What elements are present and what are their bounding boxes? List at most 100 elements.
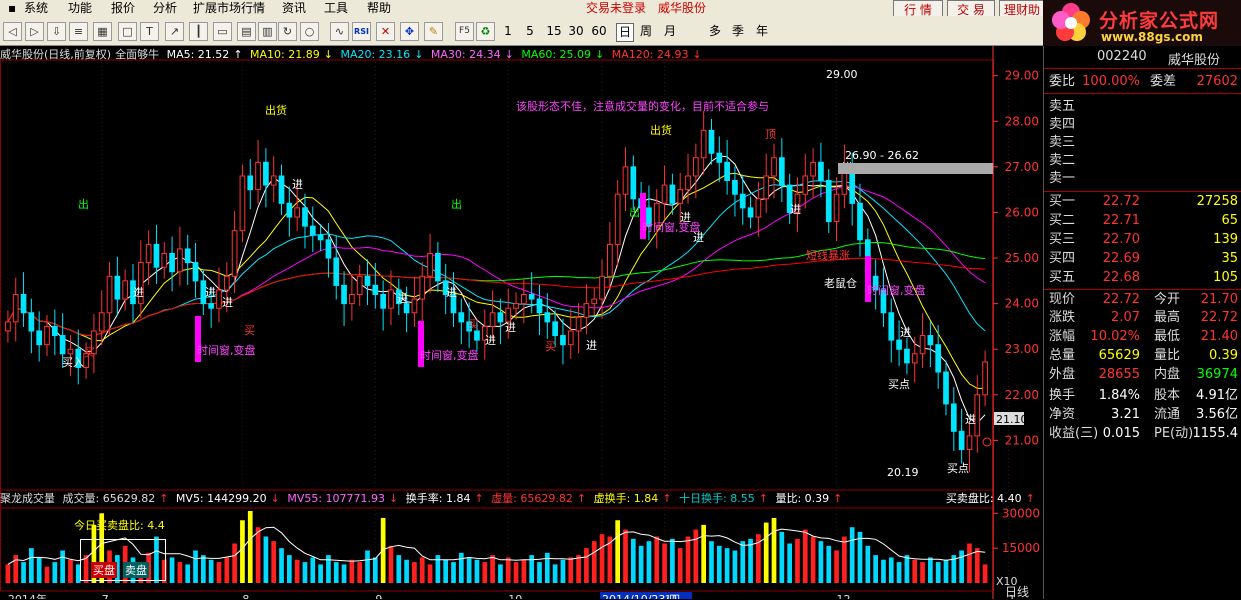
back-icon[interactable]: ◁ xyxy=(3,22,22,41)
recycle-icon[interactable]: ♻ xyxy=(476,22,495,41)
volume-bar xyxy=(372,557,378,583)
y-tick-label: 23.00 xyxy=(1005,342,1039,356)
quote-stat-row: 涨幅 10.02% 最低 21.40 xyxy=(1044,327,1241,347)
period-5min[interactable]: 5 xyxy=(525,23,535,40)
quote-stat-row: 现价 22.72 今开 21.70 xyxy=(1044,290,1241,310)
volume-bar xyxy=(302,562,308,583)
ask-2-row: 卖二 xyxy=(1049,153,1076,168)
down-arrow-icon[interactable]: ⇩ xyxy=(47,22,66,41)
volume-bar xyxy=(904,555,910,583)
candle-body xyxy=(317,234,324,241)
candle-body xyxy=(309,225,316,236)
candle-body xyxy=(325,239,332,259)
candle-body xyxy=(661,184,668,204)
line-chart-icon[interactable]: ∿ xyxy=(330,22,349,41)
period-year[interactable]: 年 xyxy=(755,23,769,40)
volume-bar xyxy=(44,566,50,583)
volume-bar xyxy=(928,557,933,583)
period-multi[interactable]: 多 xyxy=(708,23,722,40)
volume-bar xyxy=(263,536,269,583)
volume-bar xyxy=(544,552,550,583)
fullscreen-icon[interactable]: □ xyxy=(118,22,137,41)
entry-signal-label: 进 xyxy=(222,296,233,309)
menu-item-tools[interactable]: 工具 xyxy=(324,0,348,16)
period-quarter[interactable]: 季 xyxy=(731,23,745,40)
virtual-vol-label: 虚量: 65629.82 xyxy=(491,492,573,505)
insider-label: 老鼠仓 xyxy=(824,276,857,290)
list-icon[interactable]: ≡ xyxy=(69,22,88,41)
entry-signal-label: 进 xyxy=(292,178,303,191)
x-icon[interactable]: ✕ xyxy=(376,22,395,41)
period-week[interactable]: 周 xyxy=(639,23,653,40)
multi-chart-icon[interactable]: ▥ xyxy=(258,22,277,41)
period-15min[interactable]: 15 xyxy=(546,23,562,40)
candle-body xyxy=(216,289,222,309)
menu-item-help[interactable]: 帮助 xyxy=(367,0,391,16)
period-30min[interactable]: 30 xyxy=(568,23,584,40)
candle-body xyxy=(356,275,363,296)
period-1min[interactable]: 1 xyxy=(503,23,513,40)
circle-icon[interactable]: ○ xyxy=(300,22,319,41)
entry-signal-label: 进 xyxy=(397,292,408,305)
candle-body xyxy=(552,321,558,337)
stat-value: 21.70 xyxy=(1200,292,1238,307)
volume-bar xyxy=(294,559,300,583)
f5-icon[interactable]: F5 xyxy=(455,22,474,41)
stat-value: 1.84% xyxy=(1098,388,1140,403)
table-icon[interactable]: ▤ xyxy=(237,22,256,41)
bid-4-row: 买四 22.69 35 xyxy=(1049,251,1238,266)
menu-item-extended-market[interactable]: 扩展市场行情 xyxy=(193,0,265,16)
menu-item-analysis[interactable]: 分析 xyxy=(153,0,177,16)
move-icon[interactable]: ✥ xyxy=(400,22,419,41)
candle-body xyxy=(458,312,465,323)
candle-body xyxy=(278,175,285,204)
period-day[interactable]: 日 xyxy=(616,23,634,42)
entry-signal-label: 进 xyxy=(900,326,911,339)
menu-item-function[interactable]: 功能 xyxy=(68,0,92,16)
candle-body xyxy=(747,207,754,218)
candle-body xyxy=(818,161,824,182)
volume-bar xyxy=(333,562,339,583)
ma120-line xyxy=(7,257,986,337)
menu-item-news[interactable]: 资讯 xyxy=(282,0,306,16)
grid-icon[interactable]: ▦ xyxy=(93,22,112,41)
stat-value: 22.72 xyxy=(1102,292,1140,307)
flower-logo-icon xyxy=(1052,3,1090,41)
bid-2-row: 买二 22.71 65 xyxy=(1049,213,1238,228)
vol-indicator-name: 聚龙成交量 xyxy=(0,492,55,505)
app-icon[interactable]: ▪ xyxy=(8,0,16,16)
volume-bar xyxy=(935,562,941,583)
volume-bar xyxy=(380,517,386,583)
candle-body xyxy=(732,180,738,195)
volume-bar xyxy=(896,562,902,583)
exit-signal-label: 出 xyxy=(451,197,462,211)
volume-bar xyxy=(842,536,847,583)
y-tick-label: 29.00 xyxy=(1005,69,1039,83)
window-icon[interactable]: ▭ xyxy=(213,22,232,41)
candle-body xyxy=(528,294,535,300)
candle-body xyxy=(927,335,934,346)
menu-item-quotes[interactable]: 报价 xyxy=(111,0,135,16)
rsi-icon[interactable]: RSI xyxy=(352,22,371,41)
candle-body xyxy=(270,175,277,186)
text-icon[interactable]: T xyxy=(140,22,159,41)
turnover-label: 换手率: 1.84 xyxy=(405,492,471,505)
candle-body xyxy=(755,198,762,218)
period-60min[interactable]: 60 xyxy=(591,23,607,40)
candle-body xyxy=(435,252,441,282)
logo-url: www.88gs.com xyxy=(1101,30,1203,44)
candle-body xyxy=(669,184,676,204)
kline-icon[interactable]: ┃ xyxy=(189,22,208,41)
x-tick-label: 2014年 xyxy=(8,592,47,599)
candle-body xyxy=(513,303,519,309)
trend-icon[interactable]: ↗ xyxy=(165,22,184,41)
candle-body xyxy=(693,157,699,177)
period-tab-daily[interactable]: 日线 xyxy=(1005,583,1029,600)
refresh-icon[interactable]: ↻ xyxy=(278,22,297,41)
volume-bar xyxy=(654,536,660,583)
pencil-icon[interactable]: ✎ xyxy=(424,22,443,41)
period-month[interactable]: 月 xyxy=(663,23,677,40)
bid-5-row: 买五 22.68 105 xyxy=(1049,270,1238,285)
menu-item-system[interactable]: 系统 xyxy=(24,0,48,16)
forward-icon[interactable]: ▷ xyxy=(25,22,44,41)
